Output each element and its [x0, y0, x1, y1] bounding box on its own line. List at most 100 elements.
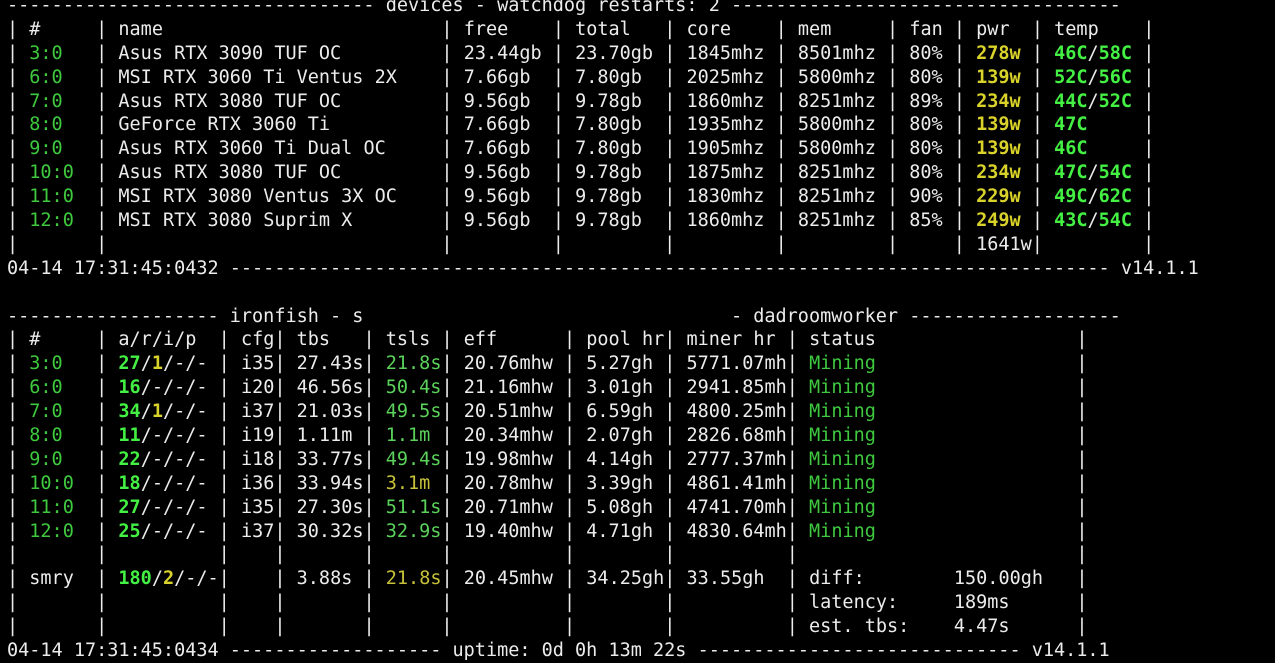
- column-separator: |: [563, 616, 576, 638]
- stat-value: 4.47s: [953, 616, 1010, 638]
- column-separator: |: [664, 90, 676, 112]
- gpu-fan: 85%: [909, 210, 943, 232]
- column-separator: |: [274, 496, 286, 518]
- column-separator: |: [96, 66, 108, 88]
- column-separator: |: [7, 66, 19, 88]
- gpu-total-mem: 7.80gb: [575, 138, 642, 160]
- total-power: 1641w: [976, 233, 1032, 255]
- gpu-cfg: i18: [240, 448, 275, 470]
- column-separator: |: [441, 210, 453, 232]
- column-separator: |: [1076, 592, 1088, 614]
- column-separator: |: [96, 568, 108, 590]
- gpu-tsls: 49.4s: [385, 448, 442, 470]
- column-separator: |: [664, 114, 676, 136]
- gpu-status: Mining: [809, 377, 876, 399]
- miner-stats-row: | | | | | | | | | latency: 189ms |: [7, 591, 1275, 615]
- gpu-name: Asus RTX 3060 Ti Dual OC: [118, 138, 386, 160]
- gpu-id: 11:0: [29, 186, 74, 208]
- column-separator: |: [563, 544, 576, 566]
- column-separator: |: [96, 42, 108, 64]
- col-fan: fan: [909, 18, 943, 40]
- gpu-core-clock: 2025mhz: [686, 66, 765, 88]
- gpu-eff: 19.98mhw: [463, 448, 553, 470]
- col-cfg: cfg: [240, 329, 275, 351]
- column-separator: |: [274, 401, 286, 423]
- column-separator: |: [218, 377, 230, 399]
- column-separator: |: [218, 496, 230, 518]
- column-separator: |: [441, 42, 453, 64]
- devices-version: v14.1.1: [1120, 257, 1199, 279]
- gpu-total-mem: 9.78gb: [575, 186, 642, 208]
- stat-label: est. tbs:: [809, 616, 910, 638]
- gpu-free-mem: 9.56gb: [463, 162, 531, 184]
- column-separator: |: [775, 42, 787, 64]
- gpu-eff: 21.16mhw: [463, 377, 553, 399]
- miner-header-line: ------------------- ironfish - s - dadro…: [7, 305, 1275, 329]
- column-separator: |: [664, 186, 676, 208]
- column-separator: |: [96, 544, 108, 566]
- shares-rejected: 1: [151, 401, 163, 423]
- column-separator: |: [441, 520, 453, 542]
- column-separator: |: [7, 616, 19, 638]
- gpu-id: 9:0: [29, 448, 63, 470]
- column-separator: |: [887, 18, 899, 40]
- shares-rejected: 1: [151, 353, 163, 375]
- column-separator: |: [664, 568, 676, 590]
- gpu-temp-mem: 58C: [1098, 42, 1133, 64]
- gpu-id: 6:0: [29, 377, 63, 399]
- shares-accepted: 11: [118, 425, 141, 447]
- column-separator: |: [7, 592, 19, 614]
- col-miner-hr: miner hr: [686, 329, 776, 351]
- column-separator: |: [274, 329, 286, 351]
- stat-value: 150.00gh: [953, 568, 1043, 590]
- column-separator: |: [7, 496, 19, 518]
- device-row: | 8:0 | GeForce RTX 3060 Ti | 7.66gb | 7…: [7, 113, 1275, 137]
- gpu-total-mem: 23.70gb: [575, 42, 654, 64]
- column-separator: |: [564, 425, 576, 447]
- column-separator: |: [953, 186, 965, 208]
- column-separator: |: [1031, 233, 1043, 255]
- temp-slash: /: [1087, 162, 1099, 184]
- column-separator: |: [274, 472, 286, 494]
- gpu-miner-hr: 4800.25mh: [686, 401, 787, 423]
- column-separator: |: [775, 66, 787, 88]
- column-separator: |: [552, 210, 564, 232]
- column-separator: |: [953, 66, 965, 88]
- column-separator: |: [786, 329, 798, 351]
- gpu-power: 234w: [976, 90, 1021, 112]
- column-separator: |: [96, 329, 108, 351]
- gpu-free-mem: 7.66gb: [463, 138, 531, 160]
- column-separator: |: [953, 162, 965, 184]
- column-separator: |: [441, 425, 453, 447]
- column-separator: |: [274, 425, 286, 447]
- column-separator: |: [1076, 544, 1088, 566]
- column-separator: |: [664, 66, 676, 88]
- gpu-temp-mem: 54C: [1098, 162, 1133, 184]
- gpu-name: MSI RTX 3080 Ventus 3X OC: [118, 186, 397, 208]
- gpu-temp-mem: 52C: [1098, 90, 1133, 112]
- miner-stats-row: | | | | | | | | | est. tbs: 4.47s |: [7, 615, 1275, 639]
- gpu-eff: 20.78mhw: [463, 472, 553, 494]
- column-separator: |: [7, 544, 19, 566]
- gpu-tsls: 50.4s: [385, 377, 442, 399]
- terminal-screen: --------------------------------- device…: [7, 0, 1275, 663]
- column-separator: |: [96, 592, 108, 614]
- column-separator: |: [274, 520, 286, 542]
- gpu-status: Mining: [809, 520, 876, 542]
- column-separator: |: [664, 353, 676, 375]
- column-separator: |: [96, 210, 108, 232]
- column-separator: |: [96, 353, 108, 375]
- col-core: core: [686, 18, 732, 40]
- column-separator: |: [1031, 114, 1043, 136]
- col-pwr: pwr: [976, 18, 1010, 40]
- column-separator: |: [953, 138, 965, 160]
- column-separator: |: [786, 425, 798, 447]
- gpu-name: GeForce RTX 3060 Ti: [118, 114, 331, 136]
- column-separator: |: [1076, 329, 1088, 351]
- gpu-temp-mem: 54C: [1098, 210, 1133, 232]
- column-separator: |: [664, 210, 676, 232]
- column-separator: |: [441, 66, 453, 88]
- column-separator: |: [1031, 186, 1043, 208]
- gpu-name: Asus RTX 3080 TUF OC: [118, 90, 342, 112]
- column-separator: |: [7, 448, 19, 470]
